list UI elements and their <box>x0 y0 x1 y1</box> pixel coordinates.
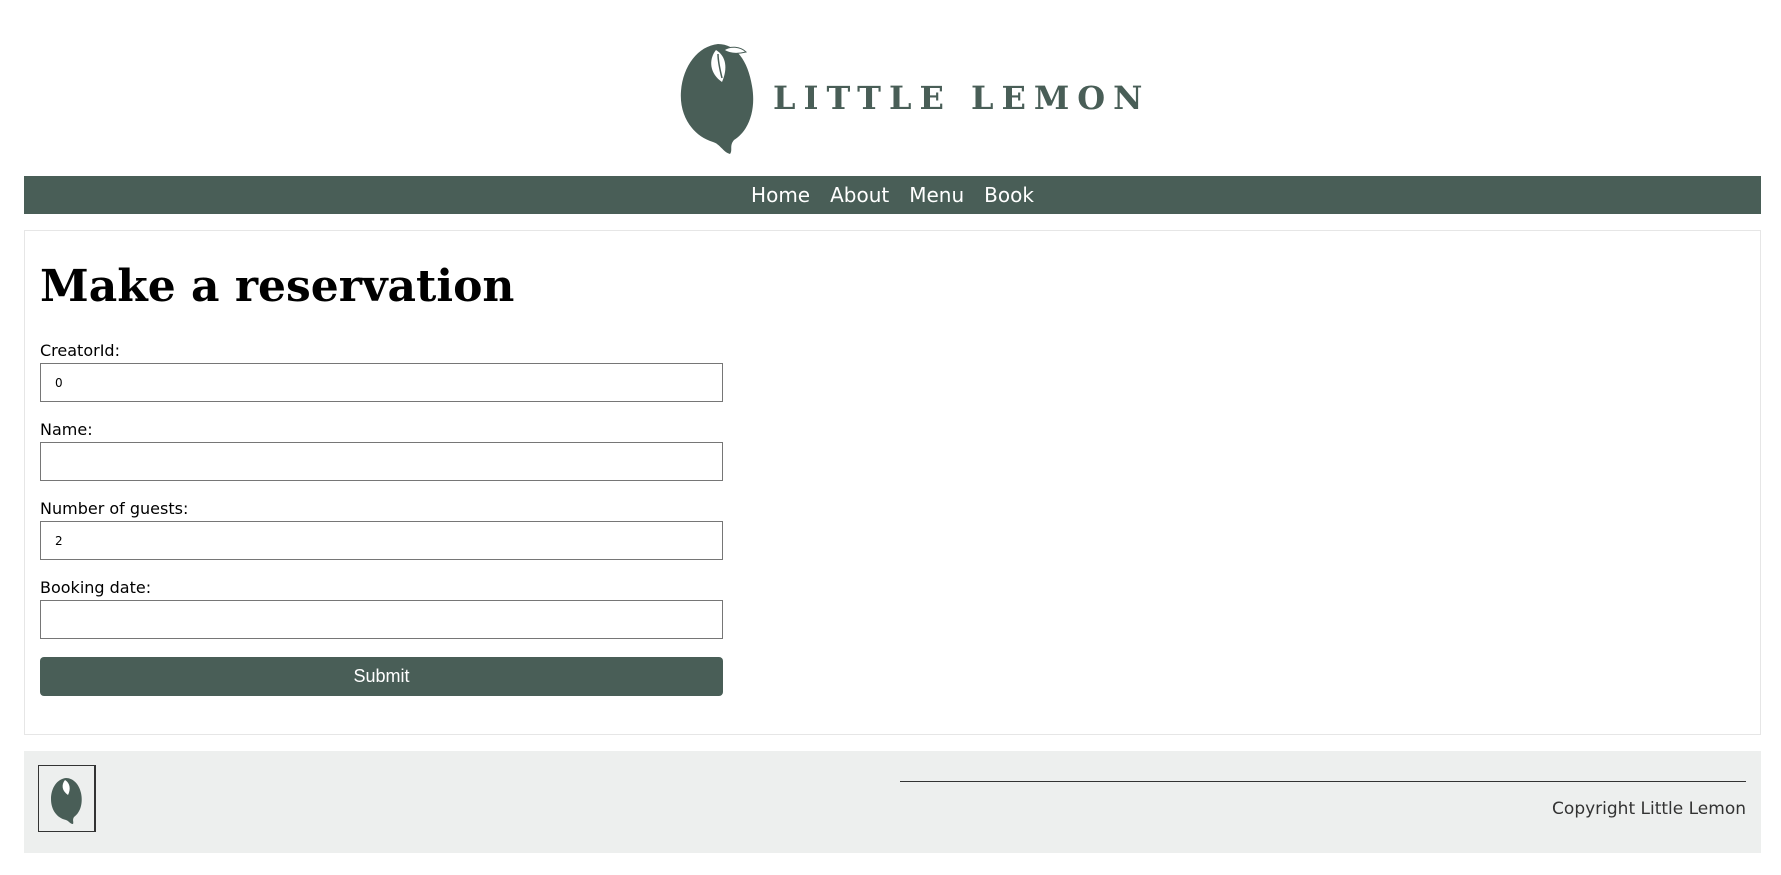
nav-item-menu[interactable]: Menu <box>909 183 964 207</box>
reservation-form: CreatorId: Name: Number of guests: Booki… <box>40 341 723 696</box>
footer-divider <box>900 781 1746 782</box>
footer: Copyright Little Lemon <box>24 751 1761 853</box>
nav-item-home[interactable]: Home <box>751 183 810 207</box>
name-label: Name: <box>40 420 93 439</box>
main-nav: Home About Menu Book <box>24 176 1761 214</box>
booking-date-input[interactable] <box>40 600 723 639</box>
lemon-icon <box>680 44 754 154</box>
name-field-group: Name: <box>40 420 723 481</box>
creator-id-input[interactable] <box>40 363 723 402</box>
guests-label: Number of guests: <box>40 499 189 518</box>
footer-logo[interactable] <box>38 765 96 832</box>
booking-date-label: Booking date: <box>40 578 152 597</box>
guests-field-group: Number of guests: <box>40 499 723 560</box>
guests-input[interactable] <box>40 521 723 560</box>
copyright-text: Copyright Little Lemon <box>1552 799 1746 819</box>
logo[interactable]: LITTLE LEMON <box>678 36 1142 156</box>
name-input[interactable] <box>40 442 723 481</box>
submit-button[interactable]: Submit <box>40 657 723 696</box>
header: LITTLE LEMON <box>0 0 1781 175</box>
brand-name: LITTLE LEMON <box>773 79 1151 117</box>
nav-item-about[interactable]: About <box>830 183 889 207</box>
nav-item-book[interactable]: Book <box>984 183 1034 207</box>
booking-date-field-group: Booking date: <box>40 578 723 639</box>
creator-id-field-group: CreatorId: <box>40 341 723 402</box>
lemon-icon <box>51 778 82 824</box>
main-content: Make a reservation CreatorId: Name: Numb… <box>24 230 1761 735</box>
page-title: Make a reservation <box>40 261 515 312</box>
creator-id-label: CreatorId: <box>40 341 120 360</box>
